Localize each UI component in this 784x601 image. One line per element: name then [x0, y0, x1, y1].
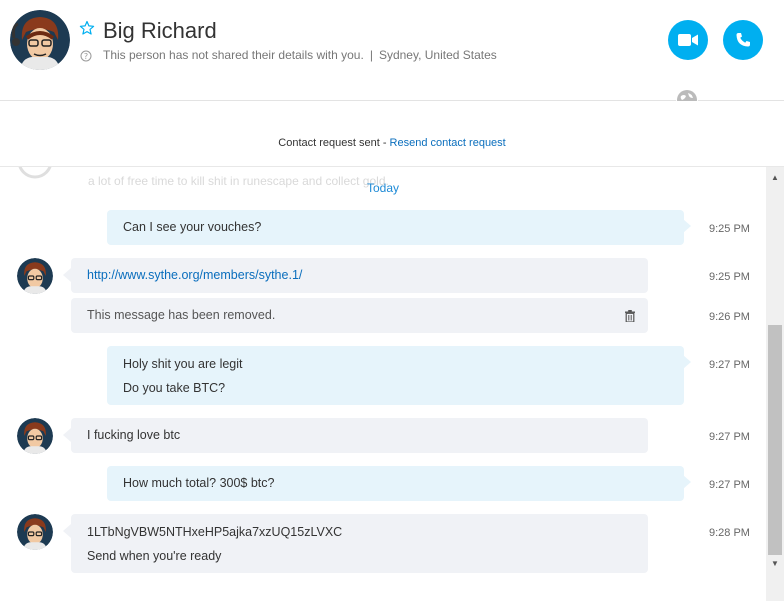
sender-avatar[interactable]: [17, 514, 53, 550]
message-text: 1LTbNgVBW5NTHxeHP5ajka7xzUQ15zLVXC: [87, 525, 343, 539]
message-time: 9:27 PM: [709, 431, 750, 443]
contact-name: Big Richard: [103, 18, 217, 43]
message-time: 9:27 PM: [709, 359, 750, 371]
contact-avatar[interactable]: [10, 10, 70, 70]
bubble-tail: [683, 355, 691, 369]
incoming-message[interactable]: http://www.sythe.org/members/sythe.1/: [71, 258, 648, 293]
message-text: Holy shit you are legit: [123, 357, 243, 371]
incoming-message[interactable]: I fucking love btc: [71, 418, 648, 453]
contact-request-status: Contact request sent - Resend contact re…: [0, 137, 784, 149]
sender-avatar[interactable]: [17, 258, 53, 294]
message-list[interactable]: a lot of free time to kill shit in runes…: [0, 167, 766, 601]
day-divider: Today: [366, 181, 400, 195]
trash-icon[interactable]: [624, 310, 636, 322]
svg-text:?: ?: [84, 52, 88, 61]
star-outline-icon[interactable]: [79, 20, 95, 36]
resend-request-link[interactable]: Resend contact request: [390, 137, 506, 149]
details-separator: |: [369, 48, 373, 62]
audio-call-button[interactable]: [723, 20, 763, 60]
bubble-tail: [683, 219, 691, 233]
outgoing-message[interactable]: Holy shit you are legit Do you take BTC?: [107, 346, 684, 405]
message-link[interactable]: http://www.sythe.org/members/sythe.1/: [87, 267, 632, 284]
bubble-tail: [63, 524, 71, 538]
incoming-message[interactable]: 1LTbNgVBW5NTHxeHP5ajka7xzUQ15zLVXC Send …: [71, 514, 648, 573]
video-call-button[interactable]: [668, 20, 708, 60]
location-text: Sydney, United States: [378, 48, 497, 62]
info-circle-icon: ?: [80, 49, 92, 62]
scroll-down-arrow-icon[interactable]: ▼: [766, 555, 784, 571]
outgoing-message[interactable]: Can I see your vouches?: [107, 210, 684, 245]
message-text: Do you take BTC?: [123, 381, 226, 395]
scrollbar-thumb[interactable]: [768, 325, 782, 555]
removed-message[interactable]: This message has been removed.: [71, 298, 648, 333]
sender-avatar[interactable]: [17, 418, 53, 454]
bubble-tail: [63, 428, 71, 442]
request-sent-text: Contact request sent -: [278, 137, 390, 149]
video-camera-icon: [678, 34, 698, 46]
message-time: 9:27 PM: [709, 479, 750, 491]
message-time: 9:26 PM: [709, 311, 750, 323]
message-time: 9:28 PM: [709, 527, 750, 539]
bubble-tail: [63, 268, 71, 282]
message-text: Send when you're ready: [87, 549, 222, 563]
contact-details: This person has not shared their details…: [103, 48, 497, 62]
message-text: How much total? 300$ btc?: [123, 476, 275, 490]
conversation-header: Big Richard ? This person has not shared…: [0, 0, 784, 111]
message-text: This message has been removed.: [87, 308, 276, 322]
message-text: Can I see your vouches?: [123, 220, 262, 234]
bubble-tail: [683, 475, 691, 489]
details-text: This person has not shared their details…: [103, 48, 364, 62]
message-time: 9:25 PM: [709, 271, 750, 283]
faded-avatar: [18, 167, 52, 179]
message-time: 9:25 PM: [709, 223, 750, 235]
phone-icon: [736, 33, 750, 47]
message-text: I fucking love btc: [87, 428, 181, 442]
contact-request-banner: Contact request sent - Resend contact re…: [0, 101, 784, 167]
chat-scrollbar[interactable]: ▲ ▼: [766, 167, 784, 601]
outgoing-message[interactable]: How much total? 300$ btc?: [107, 466, 684, 501]
scroll-up-arrow-icon[interactable]: ▲: [766, 169, 784, 185]
